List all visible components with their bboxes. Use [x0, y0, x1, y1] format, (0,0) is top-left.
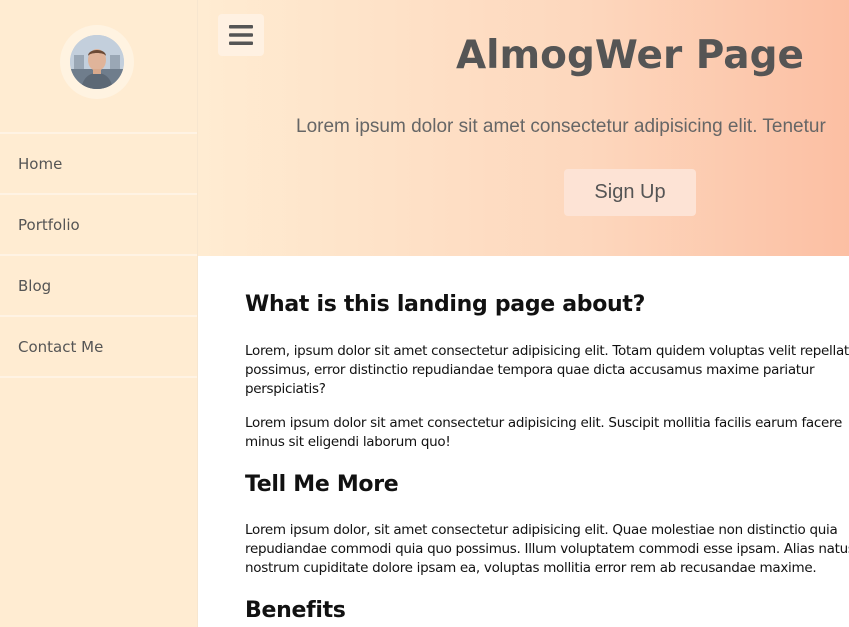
main-content: What is this landing page about? Lorem, … [245, 256, 849, 627]
section-heading-tell-me-more: Tell Me More [245, 472, 399, 497]
avatar-frame [60, 25, 134, 99]
sign-up-button[interactable]: Sign Up [564, 169, 696, 216]
landing-page: Home Portfolio Blog Contact Me AlmogWer … [0, 0, 849, 627]
sidebar-nav: Home Portfolio Blog Contact Me [0, 132, 197, 378]
hero-subtitle: Lorem ipsum dolor sit amet consectetur a… [296, 116, 826, 137]
section-heading-benefits: Benefits [245, 598, 346, 623]
about-paragraph-2: Lorem ipsum dolor sit amet consectetur a… [245, 415, 842, 450]
about-paragraph-1: Lorem, ipsum dolor sit amet consectetur … [245, 343, 849, 397]
avatar-photo [70, 35, 124, 89]
hero-header: AlmogWer Page Lorem ipsum dolor sit amet… [198, 0, 849, 256]
section-heading-about: What is this landing page about? [245, 292, 646, 317]
sidebar: Home Portfolio Blog Contact Me [0, 0, 198, 627]
page-title: AlmogWer Page [455, 33, 804, 78]
avatar [70, 35, 124, 89]
tell-me-more-paragraph: Lorem ipsum dolor, sit amet consectetur … [245, 522, 849, 576]
nav-item-home[interactable]: Home [0, 134, 197, 195]
nav-item-portfolio[interactable]: Portfolio [0, 195, 197, 256]
nav-item-contact-me[interactable]: Contact Me [0, 317, 197, 378]
nav-item-blog[interactable]: Blog [0, 256, 197, 317]
